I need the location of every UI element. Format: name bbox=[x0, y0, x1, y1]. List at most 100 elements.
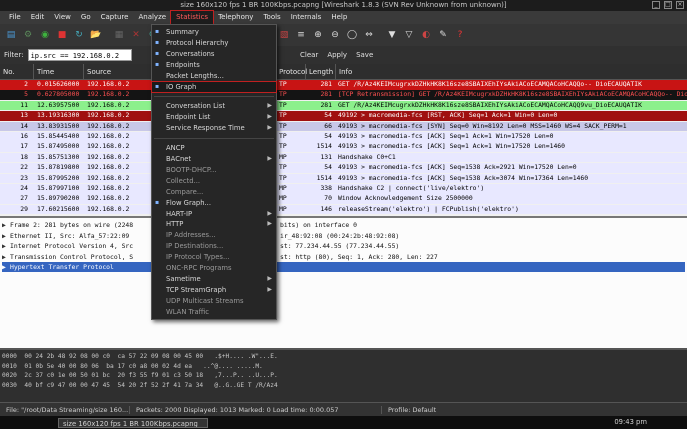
cell-no: 23 bbox=[20, 173, 28, 182]
cell-no: 17 bbox=[20, 142, 28, 151]
filter-clear-button[interactable]: Clear bbox=[300, 51, 318, 59]
status-profile[interactable]: Profile: Default bbox=[382, 406, 442, 414]
detail-tree-item[interactable]: ▶ Internet Protocol Version 4, Src st: 77.… bbox=[2, 241, 399, 251]
zoom-out-icon[interactable]: ⊖ bbox=[328, 28, 342, 42]
menu-item-onc-rpc-programs[interactable]: ONC-RPC Programs bbox=[152, 263, 276, 273]
help-icon[interactable]: ? bbox=[453, 28, 467, 42]
column-header-length[interactable]: Length bbox=[306, 64, 336, 80]
coloring-rules-icon[interactable]: ◐ bbox=[419, 28, 433, 42]
maximize-button[interactable]: □ bbox=[664, 1, 672, 9]
preferences-icon[interactable]: ✎ bbox=[436, 28, 450, 42]
expand-arrow-icon[interactable]: ▶ bbox=[2, 262, 10, 272]
menu-item-bootp-dhcp[interactable]: BOOTP-DHCP... bbox=[152, 165, 276, 175]
capture-options-icon[interactable]: ⚙ bbox=[21, 28, 35, 42]
menu-item-packet-lengths[interactable]: Packet Lengths... bbox=[152, 71, 276, 81]
packet-bytes-pane[interactable]: 0000 00 24 2b 48 92 08 00 c0 ca 57 22 09… bbox=[0, 348, 687, 402]
table-row[interactable]: 13 13.19316300 192.168.0.2 TP 54 49192 > macr… bbox=[0, 111, 687, 121]
table-row[interactable]: 22 15.87819800 192.168.0.2 TP 54 49193 > macr… bbox=[0, 163, 687, 173]
detail-tree-item[interactable]: ▶ Frame 2: 281 bytes on wire (2248 bits) o… bbox=[2, 220, 357, 230]
menu-analyze[interactable]: Analyze bbox=[133, 11, 171, 24]
colorize-icon[interactable]: ▧ bbox=[277, 28, 291, 42]
menu-help[interactable]: Help bbox=[326, 11, 352, 24]
save-icon[interactable]: ▦ bbox=[112, 28, 126, 42]
filter-apply-button[interactable]: Apply bbox=[327, 51, 347, 59]
menu-go[interactable]: Go bbox=[76, 11, 96, 24]
table-row[interactable]: 11 12.63957500 192.168.0.2 TP 281 GET /R/Az4K… bbox=[0, 100, 687, 111]
display-filter-input[interactable]: ip.src == 192.168.0.2 bbox=[27, 49, 132, 61]
menu-item-flow-graph[interactable]: ▪ Flow Graph... bbox=[152, 198, 276, 208]
stop-icon[interactable]: ■ bbox=[55, 28, 69, 42]
menu-telephony[interactable]: Telephony bbox=[213, 11, 258, 24]
column-header-no[interactable]: No. bbox=[0, 64, 34, 80]
table-row[interactable]: 29 17.60215600 192.168.0.2 MP 146 releaseStre… bbox=[0, 204, 687, 215]
resize-columns-icon[interactable]: ⇔ bbox=[362, 28, 376, 42]
menu-item-ancp[interactable]: ANCP bbox=[152, 143, 276, 153]
close-window-button[interactable]: × bbox=[676, 1, 684, 9]
menu-capture[interactable]: Capture bbox=[96, 11, 134, 24]
display-filters-icon[interactable]: ▽ bbox=[402, 28, 416, 42]
detail-text-tail: st: 77.234.44.55 (77.234.44.55) bbox=[280, 242, 400, 250]
menu-item-conversations[interactable]: ▪ Conversations bbox=[152, 49, 276, 59]
menu-item-service-response-time[interactable]: Service Response Time ▶ bbox=[152, 123, 276, 133]
menu-internals[interactable]: Internals bbox=[286, 11, 327, 24]
menu-item-ip-destinations[interactable]: IP Destinations... bbox=[152, 241, 276, 251]
menu-item-endpoints[interactable]: ▪ Endpoints bbox=[152, 60, 276, 70]
table-row[interactable]: 18 15.85751300 192.168.0.2 MP 131 Handshake C… bbox=[0, 152, 687, 163]
detail-tree-item[interactable]: ▶ Hypertext Transfer Protocol bbox=[2, 262, 685, 272]
packet-details-pane[interactable]: ▶ Frame 2: 281 bytes on wire (2248 bits) o… bbox=[0, 216, 687, 348]
expand-arrow-icon[interactable]: ▶ bbox=[2, 220, 10, 230]
detail-tree-item[interactable]: ▶ Transmission Control Protocol, S st: htt… bbox=[2, 252, 438, 262]
column-header-protocol[interactable]: Protocol bbox=[276, 64, 307, 80]
start-icon[interactable]: ◉ bbox=[38, 28, 52, 42]
menu-item-http[interactable]: HTTP ▶ bbox=[152, 219, 276, 229]
table-row[interactable]: 24 15.87997100 192.168.0.2 MP 338 Handshake C… bbox=[0, 184, 687, 194]
menu-item-conversation-list[interactable]: Conversation List ▶ bbox=[152, 101, 276, 111]
menu-file[interactable]: File bbox=[4, 11, 26, 24]
close-file-icon[interactable]: ✕ bbox=[129, 28, 143, 42]
column-header-info[interactable]: Info bbox=[336, 64, 687, 80]
interface-list-icon[interactable]: ▤ bbox=[4, 28, 18, 42]
minimize-button[interactable]: _ bbox=[652, 1, 660, 9]
menu-tools[interactable]: Tools bbox=[258, 11, 285, 24]
table-row[interactable]: 23 15.87995200 192.168.0.2 TP 1514 49193 > ma… bbox=[0, 173, 687, 184]
menu-item-io-graph[interactable]: ▪ IO Graph bbox=[151, 80, 277, 93]
table-row[interactable]: 27 15.89790200 192.168.0.2 MP 70 Window Ackno… bbox=[0, 194, 687, 204]
menu-view[interactable]: View bbox=[49, 11, 76, 24]
detail-tree-item[interactable]: ▶ Ethernet II, Src: Alfa_57:22:09 ir_48:92… bbox=[2, 231, 399, 241]
expand-arrow-icon[interactable]: ▶ bbox=[2, 241, 10, 251]
menu-edit[interactable]: Edit bbox=[26, 11, 50, 24]
packet-list[interactable]: 2 0.015626000 192.168.0.2 TP 281 GET /R/Az4KE… bbox=[0, 80, 687, 216]
taskbar-window-item[interactable]: size 160x120 fps 1 BR 100Kbps.pcapng bbox=[58, 417, 208, 428]
zoom-in-icon[interactable]: ⊕ bbox=[311, 28, 325, 42]
menu-item-collectd[interactable]: Collectd... bbox=[152, 176, 276, 186]
menu-item-udp-multicast-streams[interactable]: UDP Multicast Streams bbox=[152, 296, 276, 306]
restart-icon[interactable]: ↻ bbox=[72, 28, 86, 42]
column-header-time[interactable]: Time bbox=[34, 64, 84, 80]
menu-item-summary[interactable]: ▪ Summary bbox=[152, 27, 276, 37]
menu-statistics[interactable]: Statistics bbox=[170, 10, 215, 25]
menu-item-hart-ip[interactable]: HART-IP ▶ bbox=[152, 209, 276, 219]
normal-size-icon[interactable]: ◯ bbox=[345, 28, 359, 42]
autoscroll-icon[interactable]: ≡ bbox=[294, 28, 308, 42]
menu-item-sametime[interactable]: Sametime ▶ bbox=[152, 274, 276, 284]
table-row[interactable]: 14 13.83931500 192.168.0.2 TP 66 49193 > macr… bbox=[0, 121, 687, 132]
expand-arrow-icon[interactable]: ▶ bbox=[2, 231, 10, 241]
menu-item-wlan-traffic[interactable]: WLAN Traffic bbox=[152, 307, 276, 317]
expand-arrow-icon[interactable]: ▶ bbox=[2, 252, 10, 262]
menu-item-ip-addresses[interactable]: IP Addresses... bbox=[152, 230, 276, 240]
menu-item-tcp-streamgraph[interactable]: TCP StreamGraph ▶ bbox=[152, 285, 276, 295]
menu-item-bacnet[interactable]: BACnet ▶ bbox=[152, 154, 276, 164]
table-row[interactable]: 5 0.627805000 192.168.0.2 TP 281 [TCP Retrans… bbox=[0, 90, 687, 100]
table-row[interactable]: 16 15.85445400 192.168.0.2 TP 54 49193 > macr… bbox=[0, 132, 687, 142]
table-row[interactable]: 2 0.015626000 192.168.0.2 TP 281 GET /R/Az4KE… bbox=[0, 80, 687, 90]
cell-source: 192.168.0.2 bbox=[87, 173, 130, 182]
menu-item-endpoint-list[interactable]: Endpoint List ▶ bbox=[152, 112, 276, 122]
menu-item-label: Endpoint List bbox=[166, 113, 211, 122]
menu-item-ip-protocol-types[interactable]: IP Protocol Types... bbox=[152, 252, 276, 262]
menu-item-compare[interactable]: Compare... bbox=[152, 187, 276, 197]
filter-save-button[interactable]: Save bbox=[356, 51, 373, 59]
table-row[interactable]: 17 15.87495000 192.168.0.2 TP 1514 49193 > ma… bbox=[0, 142, 687, 152]
capture-filters-icon[interactable]: ▼ bbox=[385, 28, 399, 42]
open-icon[interactable]: 📂 bbox=[89, 28, 103, 42]
menu-item-protocol-hierarchy[interactable]: ▪ Protocol Hierarchy bbox=[152, 38, 276, 48]
